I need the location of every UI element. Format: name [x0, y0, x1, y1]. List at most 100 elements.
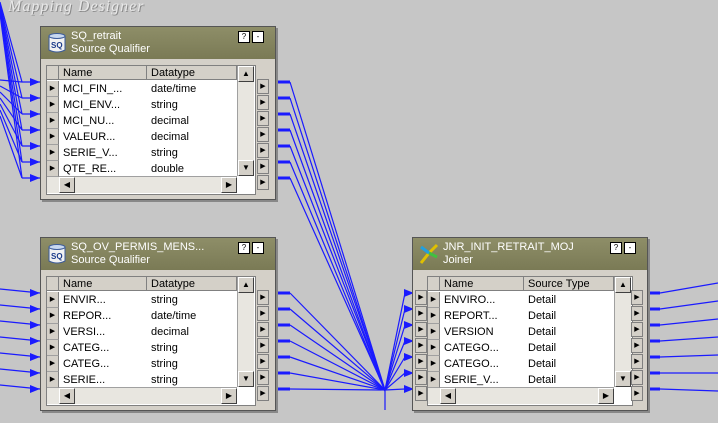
ports-grid[interactable]: Name Datatype ▲ ▼ ◀ ▶ ▶ MCI_FIN_... date/t…: [46, 65, 256, 195]
port-name[interactable]: REPORT...: [444, 308, 522, 324]
row-selector[interactable]: ▶: [47, 340, 59, 356]
scroll-up-button[interactable]: ▲: [238, 66, 254, 82]
port-connector[interactable]: ▶: [415, 306, 427, 321]
link-line[interactable]: [384, 324, 406, 391]
transformation-header[interactable]: JNR_INIT_RETRAIT_MOJ Joiner ? -: [413, 238, 647, 270]
port-datatype[interactable]: Detail: [528, 324, 610, 340]
horizontal-scrollbar[interactable]: ◀ ▶: [47, 387, 237, 404]
link-line[interactable]: [659, 354, 718, 358]
column-header-name[interactable]: Name: [59, 66, 147, 80]
row-selector[interactable]: ▶: [47, 81, 59, 97]
row-selector[interactable]: ▶: [428, 340, 440, 356]
port-datatype[interactable]: string: [151, 356, 233, 372]
row-selector[interactable]: ▶: [47, 145, 59, 161]
port-datatype[interactable]: date/time: [151, 308, 233, 324]
port-connector[interactable]: ▶: [257, 79, 269, 94]
row-selector[interactable]: ▶: [47, 113, 59, 129]
scroll-down-button[interactable]: ▼: [615, 371, 631, 387]
port-connector[interactable]: ▶: [257, 95, 269, 110]
port-name[interactable]: REPOR...: [63, 308, 145, 324]
port-connector[interactable]: ▶: [257, 111, 269, 126]
row-selector[interactable]: ▶: [47, 161, 59, 177]
port-datatype[interactable]: decimal: [151, 129, 233, 145]
link-line[interactable]: [289, 81, 386, 391]
port-connector[interactable]: ▶: [415, 370, 427, 385]
port-connector[interactable]: ▶: [257, 386, 269, 401]
port-connector[interactable]: ▶: [257, 322, 269, 337]
port-name[interactable]: CATEG...: [63, 340, 145, 356]
port-name[interactable]: ENVIR...: [63, 292, 145, 308]
row-selector[interactable]: ▶: [47, 129, 59, 145]
port-datatype[interactable]: date/time: [151, 81, 233, 97]
port-connector[interactable]: ▶: [631, 386, 643, 401]
port-connector[interactable]: ▶: [415, 322, 427, 337]
port-connector[interactable]: ▶: [631, 322, 643, 337]
link-line[interactable]: [659, 318, 718, 326]
port-datatype[interactable]: Detail: [528, 308, 610, 324]
port-datatype[interactable]: double: [151, 161, 233, 177]
row-selector[interactable]: ▶: [47, 372, 59, 388]
row-selector[interactable]: ▶: [47, 97, 59, 113]
link-line[interactable]: [289, 145, 386, 391]
vertical-scrollbar[interactable]: ▲ ▼: [614, 277, 631, 387]
transformation-sq-retrait[interactable]: SQ SQ_retrait Source Qualifier ? - Name …: [40, 26, 276, 200]
port-connector[interactable]: ▶: [415, 386, 427, 401]
port-name[interactable]: SERIE_V...: [444, 372, 522, 388]
scroll-left-button[interactable]: ◀: [59, 388, 75, 404]
port-name[interactable]: CATEGO...: [444, 356, 522, 372]
ports-grid[interactable]: Name Datatype ▲ ▼ ◀ ▶ ▶ ENVIR... string ▶ RE…: [46, 276, 256, 406]
port-connector[interactable]: ▶: [631, 338, 643, 353]
row-selector[interactable]: ▶: [428, 308, 440, 324]
row-selector[interactable]: ▶: [428, 372, 440, 388]
row-selector[interactable]: ▶: [428, 356, 440, 372]
row-selector[interactable]: ▶: [47, 292, 59, 308]
link-line[interactable]: [659, 282, 718, 294]
scroll-right-button[interactable]: ▶: [598, 388, 614, 404]
minimize-button[interactable]: -: [252, 31, 264, 43]
column-header-datatype[interactable]: Datatype: [147, 66, 237, 80]
port-name[interactable]: MCI_ENV...: [63, 97, 145, 113]
port-connector[interactable]: ▶: [257, 290, 269, 305]
scroll-right-button[interactable]: ▶: [221, 177, 237, 193]
port-connector[interactable]: ▶: [631, 370, 643, 385]
port-datatype[interactable]: Detail: [528, 340, 610, 356]
port-connector[interactable]: ▶: [631, 306, 643, 321]
port-name[interactable]: MCI_FIN_...: [63, 81, 145, 97]
port-datatype[interactable]: Detail: [528, 292, 610, 308]
vertical-scrollbar[interactable]: ▲ ▼: [237, 66, 254, 176]
port-connector[interactable]: ▶: [415, 338, 427, 353]
scroll-up-button[interactable]: ▲: [238, 277, 254, 293]
row-selector[interactable]: ▶: [47, 308, 59, 324]
port-name[interactable]: CATEGO...: [444, 340, 522, 356]
mapping-canvas[interactable]: Mapping Designer SQ SQ_retrait Source Qu…: [0, 0, 718, 423]
port-connector[interactable]: ▶: [257, 370, 269, 385]
port-connector[interactable]: ▶: [631, 290, 643, 305]
scroll-left-button[interactable]: ◀: [440, 388, 456, 404]
minimize-button[interactable]: -: [252, 242, 264, 254]
port-name[interactable]: MCI_NU...: [63, 113, 145, 129]
row-selector[interactable]: ▶: [428, 324, 440, 340]
column-header-source-type[interactable]: Source Type: [524, 277, 614, 291]
transformation-joiner[interactable]: JNR_INIT_RETRAIT_MOJ Joiner ? - ▶ ▶ ▶ ▶ ▶ ▶ ▶ …: [412, 237, 648, 411]
row-selector[interactable]: ▶: [47, 324, 59, 340]
column-header-name[interactable]: Name: [59, 277, 147, 291]
scroll-left-button[interactable]: ◀: [59, 177, 75, 193]
port-datatype[interactable]: string: [151, 145, 233, 161]
scroll-down-button[interactable]: ▼: [238, 371, 254, 387]
port-name[interactable]: VALEUR...: [63, 129, 145, 145]
port-connector[interactable]: ▶: [257, 127, 269, 142]
scroll-right-button[interactable]: ▶: [221, 388, 237, 404]
link-line[interactable]: [659, 300, 718, 310]
link-line[interactable]: [659, 336, 718, 342]
help-button[interactable]: ?: [610, 242, 622, 254]
port-name[interactable]: ENVIRO...: [444, 292, 522, 308]
link-line[interactable]: [659, 388, 718, 392]
link-line[interactable]: [289, 388, 386, 391]
minimize-button[interactable]: -: [624, 242, 636, 254]
horizontal-scrollbar[interactable]: ◀ ▶: [47, 176, 237, 193]
horizontal-scrollbar[interactable]: ◀ ▶: [428, 387, 614, 404]
row-selector[interactable]: ▶: [47, 356, 59, 372]
ports-grid[interactable]: Name Source Type ▲ ▼ ◀ ▶ ▶ ENVIRO... Detai…: [427, 276, 633, 406]
column-header-datatype[interactable]: Datatype: [147, 277, 237, 291]
port-name[interactable]: QTE_RE...: [63, 161, 145, 177]
